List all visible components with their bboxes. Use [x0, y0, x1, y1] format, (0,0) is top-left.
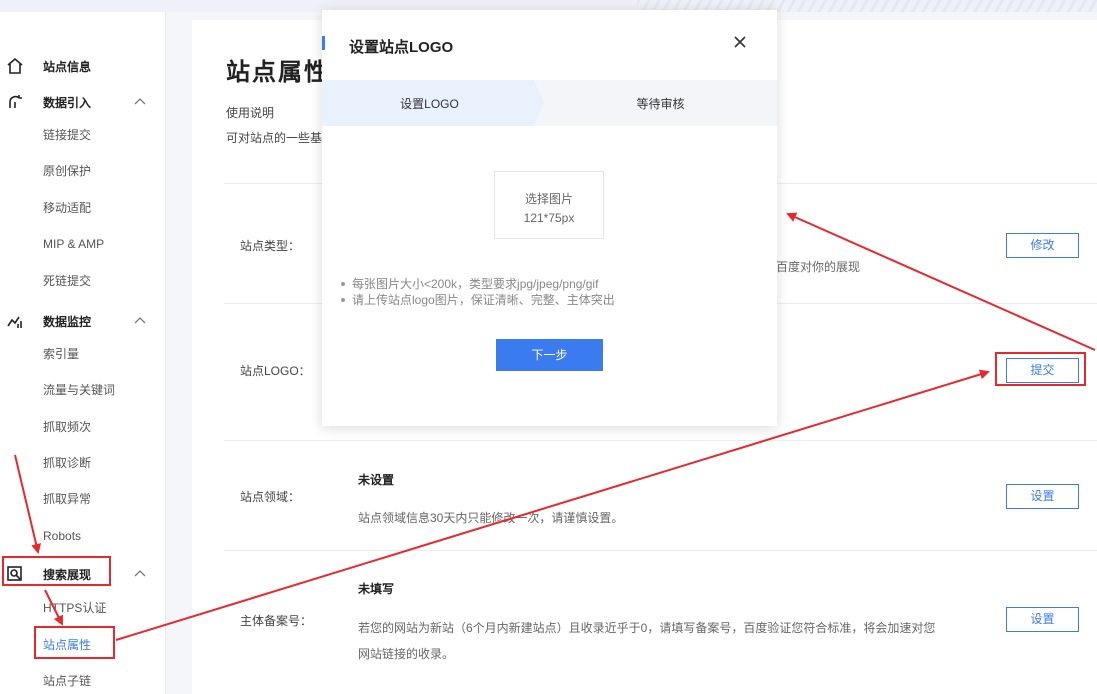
sidebar-item-crawl-diagnose[interactable]: 抓取诊断 — [43, 453, 91, 473]
sidebar-item-mip-amp[interactable]: MIP & AMP — [43, 234, 104, 254]
row-desc-icp-2: 网站链接的收录。 — [358, 647, 455, 661]
modify-button[interactable]: 修改 — [1006, 233, 1079, 258]
row-status-icp: 未填写 — [358, 582, 395, 596]
annotation-box-search-display — [2, 556, 111, 586]
chevron-up-icon[interactable] — [134, 96, 146, 106]
set-domain-button[interactable]: 设置 — [1006, 484, 1079, 509]
sidebar-group-data-monitor[interactable]: 数据监控 — [0, 305, 166, 335]
sidebar-item-crawl-error[interactable]: 抓取异常 — [43, 489, 91, 509]
annotation-box-submit — [995, 352, 1086, 386]
choose-image-label: 选择图片 — [524, 192, 573, 206]
sidebar-group-label: 数据引入 — [43, 96, 92, 110]
sidebar-item-traffic-keywords[interactable]: 流量与关键词 — [43, 380, 115, 400]
sidebar-item-site-info[interactable]: 站点信息 — [0, 50, 166, 80]
row-label-site-domain: 站点领域： — [240, 490, 301, 504]
usage-title: 使用说明 — [226, 106, 275, 120]
sidebar-item-mobile-adapt[interactable]: 移动适配 — [43, 198, 91, 218]
sidebar-item-original-protect[interactable]: 原创保护 — [43, 161, 91, 181]
sidebar-item-site-sublink[interactable]: 站点子链 — [43, 671, 91, 691]
page-title: 站点属性 — [226, 59, 330, 86]
row-desc-domain: 站点领域信息30天内只能修改一次，请谨慎设置。 — [358, 511, 624, 525]
step-wait-review: 等待审核 — [636, 97, 685, 111]
chart-icon — [7, 316, 22, 328]
sidebar-item-dead-link[interactable]: 死链提交 — [43, 271, 91, 291]
sidebar-item-https[interactable]: HTTPS认证 — [43, 598, 106, 618]
data-import-icon — [9, 95, 22, 108]
row-label-site-logo: 站点LOGO： — [240, 364, 311, 378]
logo-dialog: 设置站点LOGO 设置LOGO 等待审核 选择图片 121*75px 每张图片大… — [322, 10, 777, 426]
row-divider — [224, 440, 1097, 441]
row-desc-site-type: 百度对你的展现 — [776, 260, 861, 274]
next-step-button[interactable]: 下一步 — [496, 339, 603, 371]
set-icp-button[interactable]: 设置 — [1006, 607, 1079, 632]
step-set-logo: 设置LOGO — [400, 97, 459, 111]
title-accent-bar — [322, 36, 325, 50]
tip-item: 请上传站点logo图片，保证清晰、完整、主体突出 — [340, 292, 615, 308]
tip-item: 每张图片大小<200k，类型要求jpg/jpeg/png/gif — [340, 276, 615, 292]
row-divider — [224, 550, 1097, 551]
chevron-up-icon[interactable] — [134, 568, 146, 578]
home-icon — [7, 57, 23, 74]
sidebar-group-data-import[interactable]: 数据引入 — [0, 86, 166, 116]
sidebar-item-crawl-frequency[interactable]: 抓取频次 — [43, 417, 91, 437]
row-desc-icp: 若您的网站为新站（6个月内新建站点）且收录近乎于0，请填写备案号，百度验证您符合… — [358, 621, 936, 635]
row-status-domain: 未设置 — [358, 473, 395, 487]
sidebar-item-link-submit[interactable]: 链接提交 — [43, 125, 91, 145]
row-label-site-type: 站点类型： — [240, 239, 301, 253]
annotation-box-site-property — [34, 626, 115, 659]
usage-description: 可对站点的一些基 — [226, 131, 323, 145]
close-icon[interactable] — [732, 34, 748, 50]
step-indicator: 设置LOGO 等待审核 — [322, 80, 777, 126]
choose-image-button[interactable]: 选择图片 121*75px — [494, 171, 604, 239]
upload-tips: 每张图片大小<200k，类型要求jpg/jpeg/png/gif 请上传站点lo… — [340, 276, 615, 308]
dialog-title: 设置站点LOGO — [349, 39, 454, 56]
sidebar-item-robots[interactable]: Robots — [43, 526, 81, 546]
sidebar-item-label: 站点信息 — [43, 60, 92, 74]
sidebar-group-label: 数据监控 — [43, 315, 92, 329]
chevron-up-icon[interactable] — [134, 315, 146, 325]
image-size-hint: 121*75px — [523, 211, 575, 225]
sidebar-item-index-volume[interactable]: 索引量 — [43, 344, 79, 364]
row-label-icp: 主体备案号： — [240, 614, 313, 628]
